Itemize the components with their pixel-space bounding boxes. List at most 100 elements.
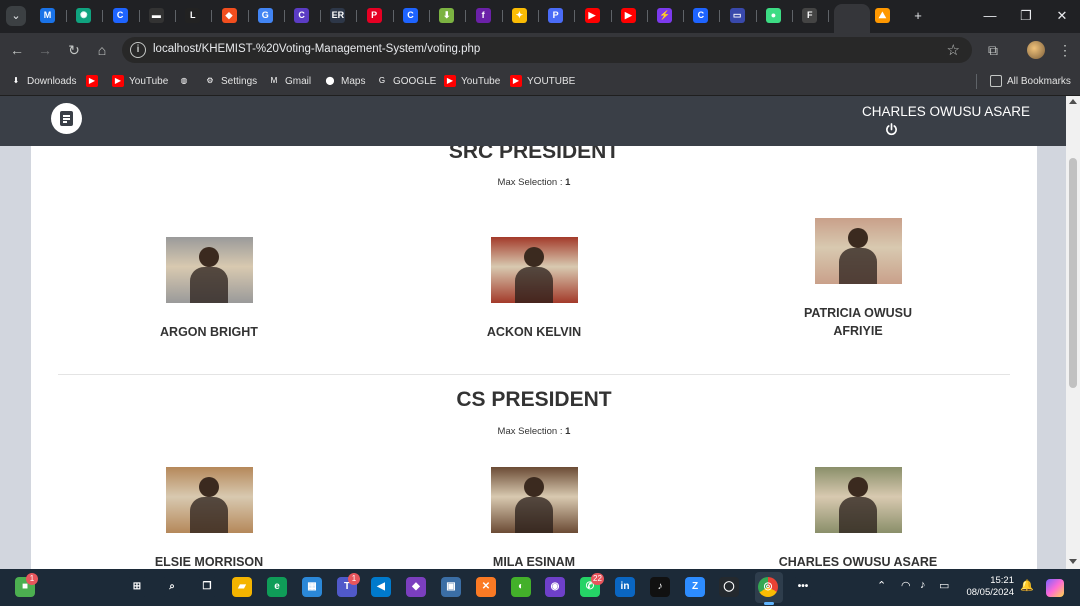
new-tab-button[interactable]: + bbox=[905, 6, 931, 26]
bookmark-globe[interactable]: ◍ bbox=[178, 73, 190, 89]
gear-icon: ⚙ bbox=[204, 75, 216, 87]
bookmark-youtube[interactable]: ▶ YouTube bbox=[444, 73, 500, 89]
active-tab[interactable] bbox=[834, 4, 870, 33]
scroll-up-arrow-icon[interactable] bbox=[1069, 99, 1077, 104]
back-arrow-icon[interactable]: ← bbox=[6, 39, 28, 61]
tab-google-favicon[interactable]: G bbox=[257, 8, 273, 23]
forward-arrow-icon[interactable]: → bbox=[34, 39, 56, 61]
tab-separator bbox=[792, 10, 793, 22]
tiktok-app[interactable]: ♪ bbox=[650, 577, 670, 597]
page-scrollbar[interactable] bbox=[1066, 96, 1080, 569]
tab-f-favicon[interactable]: f bbox=[475, 8, 491, 23]
overflow-button[interactable]: ••• bbox=[793, 577, 813, 597]
bookmark-label: Downloads bbox=[27, 75, 77, 87]
vscode-app[interactable]: ◀ bbox=[371, 577, 391, 597]
clock-time: 15:21 bbox=[990, 575, 1014, 586]
tab-youtube-1-favicon[interactable]: ▶ bbox=[584, 8, 600, 23]
wifi-icon[interactable]: ◠ bbox=[901, 579, 911, 592]
tab-separator bbox=[283, 10, 285, 22]
minimize-button[interactable]: — bbox=[977, 6, 1003, 26]
address-bar[interactable]: i localhost/KHEMIST-%20Voting-Management… bbox=[122, 37, 972, 63]
search-button[interactable]: ⌕ bbox=[162, 577, 182, 597]
chrome-menu-icon[interactable]: ⋮ bbox=[1055, 40, 1075, 60]
tab-bolt-favicon[interactable]: ⚡ bbox=[657, 8, 673, 23]
tab-c1-favicon[interactable]: C bbox=[112, 8, 128, 23]
profile-avatar[interactable] bbox=[1027, 41, 1045, 59]
tab-slides-favicon[interactable]: ▭ bbox=[729, 8, 745, 23]
extensions-puzzle-icon[interactable]: ⧉ bbox=[983, 40, 1003, 60]
youtube-icon: ▶ bbox=[510, 75, 522, 87]
tab-f2-favicon[interactable]: F bbox=[802, 8, 818, 23]
bookmark-google[interactable]: G GOOGLE bbox=[376, 73, 436, 89]
candidate-photo[interactable] bbox=[491, 237, 578, 303]
candidate-photo[interactable] bbox=[166, 237, 253, 303]
github-app[interactable]: ◯ bbox=[719, 577, 739, 597]
ms-store[interactable]: ▦ bbox=[302, 577, 322, 597]
tab-chatgpt-favicon[interactable]: ✺ bbox=[76, 8, 92, 23]
edge-browser[interactable]: e bbox=[267, 577, 287, 597]
tab-android-favicon[interactable]: ● bbox=[766, 8, 781, 23]
zoom-app[interactable]: Z bbox=[685, 577, 705, 597]
tab-gmail-favicon[interactable]: M bbox=[40, 8, 55, 23]
start-button[interactable]: ⊞ bbox=[127, 577, 147, 597]
scrollbar-thumb[interactable] bbox=[1069, 158, 1077, 388]
github-desktop-app[interactable]: ◉ bbox=[545, 577, 565, 597]
site-info-icon[interactable]: i bbox=[130, 42, 146, 58]
tab-c3-favicon[interactable]: C bbox=[403, 8, 418, 23]
ballot-box: SRC PRESIDENT Max Selection : 1 ARGON BRIG… bbox=[31, 96, 1037, 569]
bookmark-youtube[interactable]: ▶ bbox=[86, 73, 98, 89]
bookmark-youtube[interactable]: ▶ YOUTUBE bbox=[510, 73, 575, 89]
bookmark-gmail[interactable]: M Gmail bbox=[268, 73, 311, 89]
ssms-app[interactable]: ▣ bbox=[441, 577, 461, 597]
visual-studio-app[interactable]: ◆ bbox=[406, 577, 426, 597]
url-text[interactable]: localhost/KHEMIST-%20Voting-Management-S… bbox=[153, 43, 480, 55]
tab-dark-favicon[interactable]: ▬ bbox=[148, 8, 164, 23]
copilot-icon[interactable] bbox=[1046, 579, 1064, 597]
file-explorer[interactable]: ▰ bbox=[232, 577, 252, 597]
candidate-photo[interactable] bbox=[166, 467, 253, 533]
home-icon[interactable]: ⌂ bbox=[91, 39, 113, 61]
tab-bulb-favicon[interactable]: ✦ bbox=[511, 8, 527, 23]
battery-icon[interactable]: ▭ bbox=[939, 579, 949, 592]
restore-button[interactable]: ❐ bbox=[1013, 6, 1039, 26]
reload-icon[interactable]: ↻ bbox=[63, 39, 85, 61]
max-selection: Max Selection : 1 bbox=[31, 426, 1037, 437]
candidate-name: ELSIE MORRISON bbox=[154, 555, 264, 569]
all-bookmarks-button[interactable]: All Bookmarks bbox=[990, 73, 1071, 89]
tab-c4-favicon[interactable]: C bbox=[693, 8, 709, 23]
system-clock[interactable]: 15:21 08/05/2024 bbox=[960, 575, 1014, 599]
logout-power-icon[interactable] bbox=[885, 123, 898, 136]
tab-c2-favicon[interactable]: C bbox=[294, 8, 310, 23]
chrome-app[interactable]: ◎ bbox=[758, 577, 778, 597]
bookmark-star-icon[interactable]: ☆ bbox=[947, 41, 960, 59]
close-window-button[interactable]: ✕ bbox=[1049, 6, 1075, 26]
linkedin-app[interactable]: in bbox=[615, 577, 635, 597]
volume-icon[interactable]: ♪ bbox=[920, 579, 926, 591]
candidate-name: ARGON BRIGHT bbox=[160, 325, 258, 339]
tab-figma-favicon[interactable]: ◆ bbox=[221, 8, 237, 23]
xampp-app[interactable]: ✕ bbox=[476, 577, 496, 597]
tab-youtube-2-favicon[interactable]: ▶ bbox=[620, 8, 636, 23]
bookmark-maps[interactable]: ⬤ Maps bbox=[324, 73, 365, 89]
tab-p-favicon[interactable]: P bbox=[548, 8, 564, 23]
scroll-down-arrow-icon[interactable] bbox=[1069, 559, 1077, 564]
tab-search-menu-button[interactable]: ⌄ bbox=[6, 6, 26, 26]
candidate-photo[interactable] bbox=[815, 467, 902, 533]
tray-chevron-up-icon[interactable]: ⌃ bbox=[877, 579, 886, 592]
candidate-photo[interactable] bbox=[491, 467, 578, 533]
bookmark-youtube[interactable]: ▶ YouTube bbox=[112, 73, 168, 89]
app-logo[interactable] bbox=[51, 103, 82, 134]
tab-separator bbox=[247, 10, 249, 22]
tab-l-favicon[interactable]: L bbox=[185, 8, 201, 23]
notification-bell-icon[interactable]: 🔔 bbox=[1020, 579, 1034, 592]
tab-er-favicon[interactable]: ER bbox=[330, 8, 346, 23]
candidate-photo[interactable] bbox=[815, 218, 902, 284]
tab-download-favicon[interactable]: ⬇ bbox=[439, 8, 455, 23]
anaconda-app[interactable]: ◐ bbox=[511, 577, 531, 597]
task-view[interactable]: ❐ bbox=[197, 577, 217, 597]
tab-pinterest-favicon[interactable]: P bbox=[366, 8, 382, 23]
tab-separator bbox=[574, 10, 576, 22]
tab-active-favicon[interactable]: ⛰ bbox=[874, 8, 890, 23]
bookmark-downloads[interactable]: ⬇ Downloads bbox=[10, 73, 76, 89]
bookmark-settings[interactable]: ⚙ Settings bbox=[204, 73, 257, 89]
